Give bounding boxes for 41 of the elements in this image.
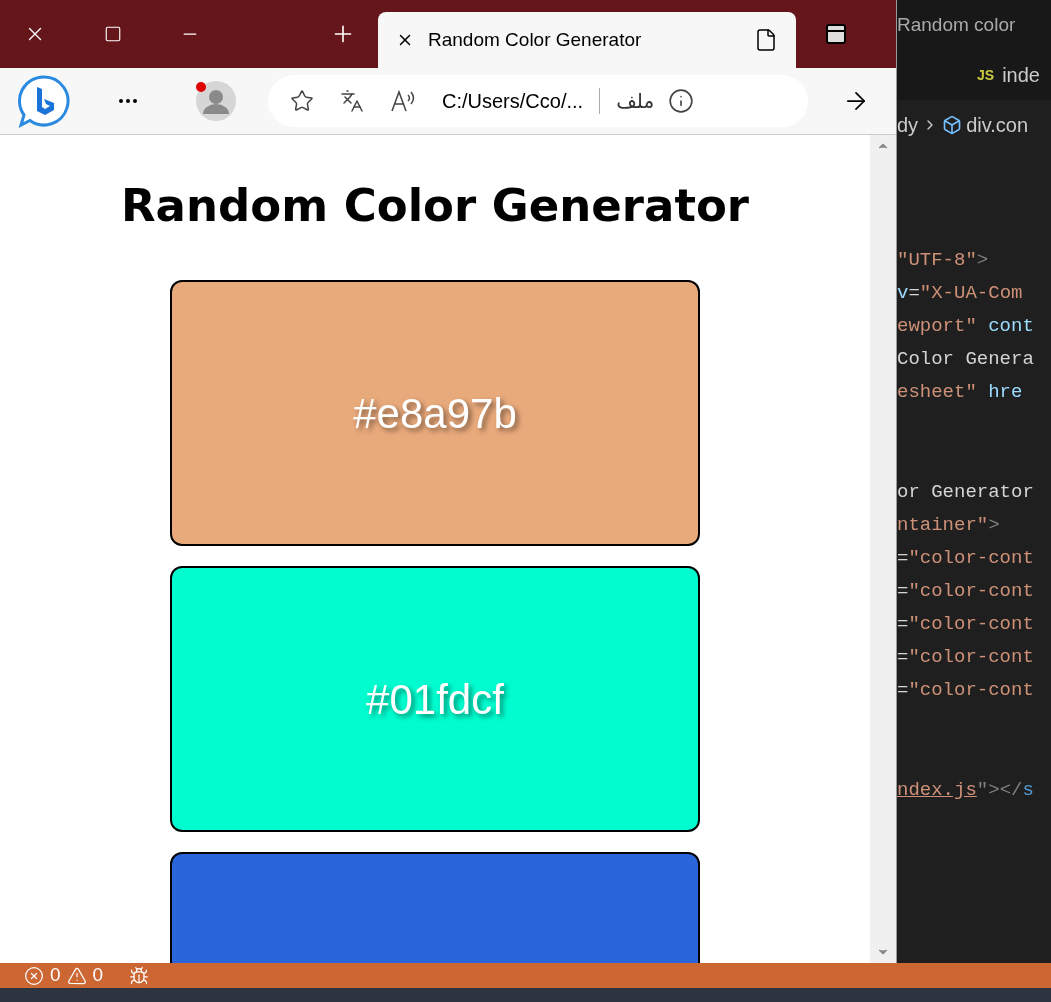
profile-avatar-icon[interactable]: [196, 81, 236, 121]
breadcrumb-item[interactable]: dy: [897, 110, 919, 140]
code-line: ntainer">: [897, 513, 1001, 538]
warning-icon[interactable]: [66, 965, 87, 986]
warning-count[interactable]: 0: [92, 961, 104, 990]
info-icon[interactable]: [668, 88, 695, 114]
code-line: or Generator: [897, 480, 1035, 505]
scrollbar[interactable]: [870, 135, 896, 963]
chat-logo-icon[interactable]: [16, 73, 72, 129]
code-line: Color Genera: [897, 347, 1035, 372]
code-line: ndex.js"></s: [897, 778, 1035, 803]
debug-icon[interactable]: [129, 965, 150, 986]
color-hex-text: #e8a97b: [353, 388, 517, 439]
code-line: "UTF-8">: [897, 248, 990, 273]
js-file-label: JS: [977, 65, 995, 85]
code-line: ewport" cont: [897, 314, 1035, 339]
add-favorite-icon[interactable]: [290, 89, 314, 113]
document-icon: [754, 28, 778, 52]
code-line: ="color-cont: [897, 645, 1035, 670]
color-hex-text: #01fdcf: [366, 674, 504, 725]
read-aloud-icon[interactable]: [390, 89, 416, 113]
scheme-label: ملف: [616, 88, 655, 115]
code-line: ="color-cont: [897, 612, 1035, 637]
element-icon: [942, 115, 963, 135]
code-line: esheet" hre: [897, 380, 1024, 405]
breadcrumb-item[interactable]: div.con: [966, 110, 1028, 140]
code-line: ="color-cont: [897, 546, 1035, 571]
code-line: ="color-cont: [897, 678, 1035, 703]
editor-tab-label[interactable]: inde: [1002, 60, 1040, 90]
page-heading: Random Color Generator: [120, 183, 750, 228]
error-icon[interactable]: [24, 965, 44, 986]
window-title: Random color: [897, 12, 1016, 37]
code-line: ="color-cont: [897, 579, 1035, 604]
translate-icon[interactable]: [340, 89, 364, 113]
panel-icon[interactable]: [824, 22, 848, 46]
tab-title: Random Color Generator: [428, 27, 642, 52]
code-line: v="X-UA-Com: [897, 281, 1024, 306]
url-text: C:/Users/Cco/...: [442, 89, 584, 114]
maximize-icon[interactable]: [104, 25, 122, 43]
browser-tab[interactable]: Random Color Generator: [378, 12, 796, 68]
error-count[interactable]: 0: [50, 961, 61, 990]
